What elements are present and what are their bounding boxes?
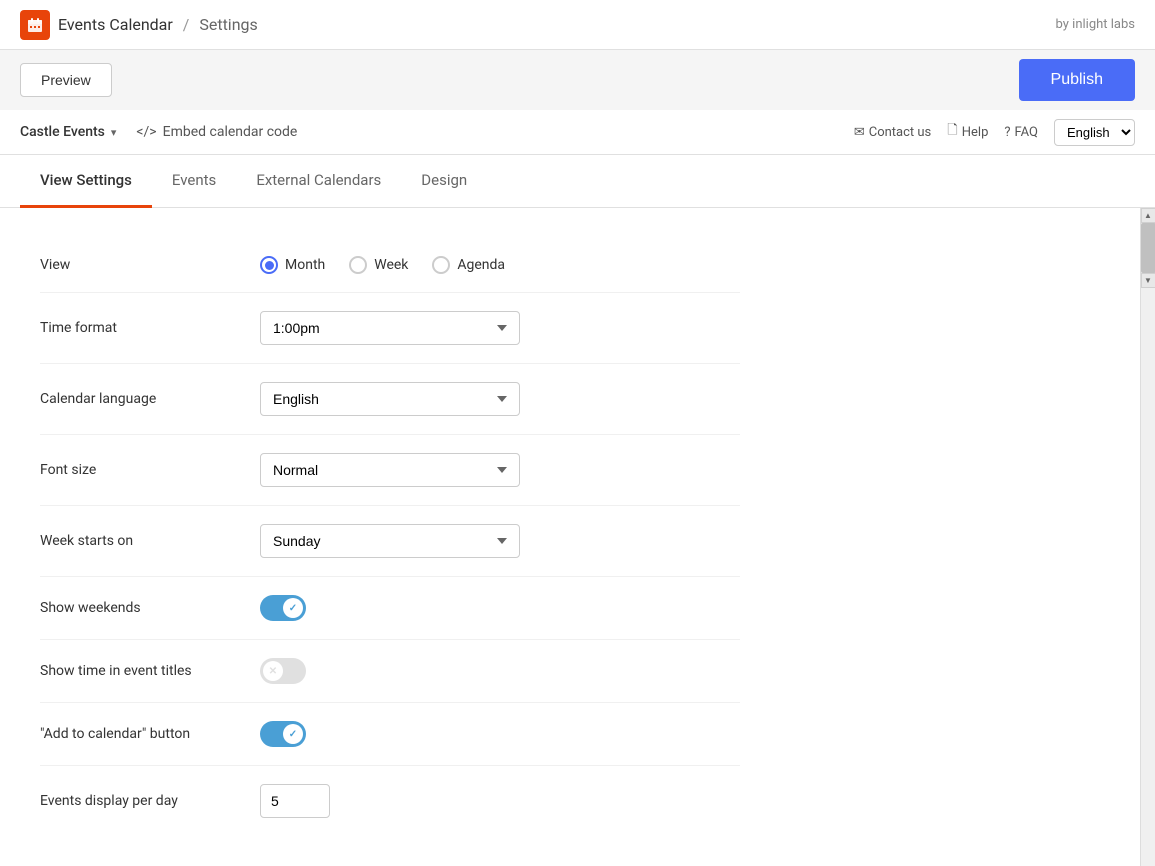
events-per-day-row: Events display per day — [40, 766, 740, 836]
tab-design[interactable]: Design — [401, 155, 487, 208]
calendar-chevron-icon: ▾ — [111, 126, 117, 139]
contact-us-link[interactable]: ✉ Contact us — [854, 125, 931, 140]
help-label: Help — [962, 125, 989, 140]
tabs-bar: View Settings Events External Calendars … — [0, 155, 1155, 208]
font-size-control: Normal Small Large — [260, 453, 740, 487]
add-to-calendar-thumb: ✓ — [283, 724, 303, 744]
embed-code-button[interactable]: </> Embed calendar code — [136, 124, 297, 140]
calendar-language-select[interactable]: English Spanish French German — [260, 382, 520, 416]
view-radio-group: Month Week Agenda — [260, 256, 740, 274]
calendar-name-dropdown[interactable]: Castle Events ▾ — [20, 124, 116, 140]
scrollbar[interactable]: ▲ ▼ — [1140, 208, 1155, 866]
month-label: Month — [285, 257, 325, 273]
events-per-day-input[interactable] — [260, 784, 330, 818]
show-weekends-control: ✓ — [260, 595, 740, 621]
add-to-calendar-label: "Add to calendar" button — [40, 726, 260, 742]
add-to-calendar-control: ✓ — [260, 721, 740, 747]
week-radio-circle — [349, 256, 367, 274]
help-link[interactable]: 🗋 Help — [947, 121, 988, 143]
view-option-week[interactable]: Week — [349, 256, 408, 274]
add-to-calendar-toggle[interactable]: ✓ — [260, 721, 306, 747]
scroll-up-arrow[interactable]: ▲ — [1141, 208, 1155, 223]
font-size-select[interactable]: Normal Small Large — [260, 453, 520, 487]
time-format-row: Time format 1:00pm 13:00 — [40, 293, 740, 364]
week-label: Week — [374, 257, 408, 273]
view-option-agenda[interactable]: Agenda — [432, 256, 505, 274]
settings-section: View Month Week Agenda — [40, 238, 740, 836]
secondary-nav-left: Castle Events ▾ </> Embed calendar code — [20, 124, 297, 140]
top-bar-left: Events Calendar / Settings — [20, 10, 258, 40]
faq-label: FAQ — [1015, 125, 1038, 140]
calendar-language-control: English Spanish French German — [260, 382, 740, 416]
add-to-calendar-row: "Add to calendar" button ✓ — [40, 703, 740, 766]
week-starts-select[interactable]: Sunday Monday — [260, 524, 520, 558]
time-format-control: 1:00pm 13:00 — [260, 311, 740, 345]
action-bar: Preview Publish — [0, 50, 1155, 110]
show-time-track: ✕ — [260, 658, 306, 684]
week-starts-row: Week starts on Sunday Monday — [40, 506, 740, 577]
show-weekends-label: Show weekends — [40, 600, 260, 616]
show-weekends-thumb: ✓ — [283, 598, 303, 618]
scrollbar-thumb[interactable] — [1141, 223, 1155, 273]
show-time-control: ✕ — [260, 658, 740, 684]
month-radio-circle — [260, 256, 278, 274]
events-per-day-label: Events display per day — [40, 793, 260, 809]
top-bar: Events Calendar / Settings by inlight la… — [0, 0, 1155, 50]
show-time-row: Show time in event titles ✕ — [40, 640, 740, 703]
show-weekends-track: ✓ — [260, 595, 306, 621]
publish-button[interactable]: Publish — [1019, 59, 1135, 101]
view-label: View — [40, 257, 260, 273]
main-content: View Month Week Agenda — [0, 208, 1140, 866]
preview-button[interactable]: Preview — [20, 63, 112, 97]
mail-icon: ✉ — [854, 125, 865, 140]
calendar-language-row: Calendar language English Spanish French… — [40, 364, 740, 435]
show-time-toggle[interactable]: ✕ — [260, 658, 306, 684]
agenda-label: Agenda — [457, 257, 505, 273]
by-label: by inlight labs — [1056, 17, 1135, 32]
time-format-label: Time format — [40, 320, 260, 336]
view-setting-row: View Month Week Agenda — [40, 238, 740, 293]
page-subtitle: Settings — [199, 15, 257, 34]
embed-code-icon: </> — [136, 124, 156, 140]
week-starts-control: Sunday Monday — [260, 524, 740, 558]
view-control: Month Week Agenda — [260, 256, 740, 274]
agenda-radio-circle — [432, 256, 450, 274]
app-name: Events Calendar — [58, 15, 173, 34]
show-weekends-row: Show weekends ✓ — [40, 577, 740, 640]
scrollbar-arrows: ▲ — [1141, 208, 1155, 223]
content-wrapper: View Month Week Agenda — [0, 208, 1155, 866]
faq-link[interactable]: ? FAQ — [1004, 125, 1038, 140]
title-separator: / — [183, 15, 190, 34]
language-select[interactable]: English — [1054, 119, 1135, 146]
calendar-language-label: Calendar language — [40, 391, 260, 407]
scroll-down-arrow[interactable]: ▼ — [1141, 273, 1155, 288]
show-time-label: Show time in event titles — [40, 663, 260, 679]
scrollbar-bottom-arrows: ▼ — [1141, 273, 1155, 288]
calendar-name-label: Castle Events — [20, 124, 105, 140]
contact-label: Contact us — [869, 125, 932, 140]
embed-code-label: Embed calendar code — [163, 124, 298, 140]
add-to-calendar-track: ✓ — [260, 721, 306, 747]
font-size-row: Font size Normal Small Large — [40, 435, 740, 506]
page-icon: 🗋 — [947, 121, 957, 143]
tab-external-calendars[interactable]: External Calendars — [236, 155, 401, 208]
question-icon: ? — [1004, 125, 1010, 140]
tab-events[interactable]: Events — [152, 155, 236, 208]
app-title: Events Calendar / Settings — [58, 15, 258, 34]
time-format-select[interactable]: 1:00pm 13:00 — [260, 311, 520, 345]
secondary-nav: Castle Events ▾ </> Embed calendar code … — [0, 110, 1155, 155]
view-option-month[interactable]: Month — [260, 256, 325, 274]
font-size-label: Font size — [40, 462, 260, 478]
app-icon — [20, 10, 50, 40]
events-per-day-control — [260, 784, 740, 818]
show-weekends-toggle[interactable]: ✓ — [260, 595, 306, 621]
week-starts-label: Week starts on — [40, 533, 260, 549]
show-time-thumb: ✕ — [263, 661, 283, 681]
secondary-nav-right: ✉ Contact us 🗋 Help ? FAQ English — [854, 119, 1135, 146]
tab-view-settings[interactable]: View Settings — [20, 155, 152, 208]
